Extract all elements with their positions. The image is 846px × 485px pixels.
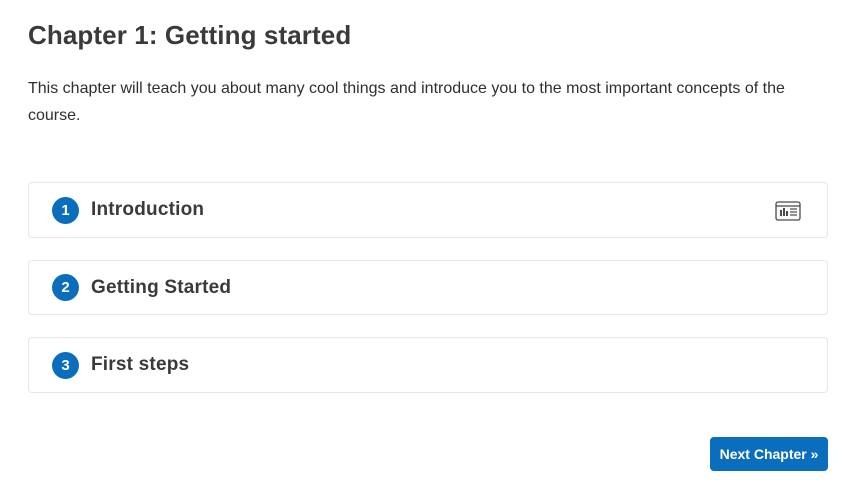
slideshow-icon <box>775 200 801 222</box>
lesson-title: Introduction <box>91 199 205 220</box>
chapter-page: Chapter 1: Getting started This chapter … <box>0 0 846 485</box>
page-title: Chapter 1: Getting started <box>28 20 352 50</box>
lesson-title: Getting Started <box>91 276 232 298</box>
lesson-item-first-steps[interactable]: 3 First steps <box>28 337 828 393</box>
lesson-number-badge: 2 <box>52 274 79 301</box>
next-chapter-button[interactable]: Next Chapter » <box>710 437 828 471</box>
lesson-list: 1 Introduction 2 Getting Started 3 First… <box>28 182 828 415</box>
lesson-title: First steps <box>91 354 190 375</box>
lesson-number-badge: 1 <box>52 196 79 224</box>
lesson-item-getting-started[interactable]: 2 Getting Started <box>28 260 828 315</box>
chapter-description: This chapter will teach you about many c… <box>28 80 785 124</box>
lesson-number-badge: 3 <box>52 351 79 379</box>
lesson-item-introduction[interactable]: 1 Introduction <box>28 182 828 238</box>
